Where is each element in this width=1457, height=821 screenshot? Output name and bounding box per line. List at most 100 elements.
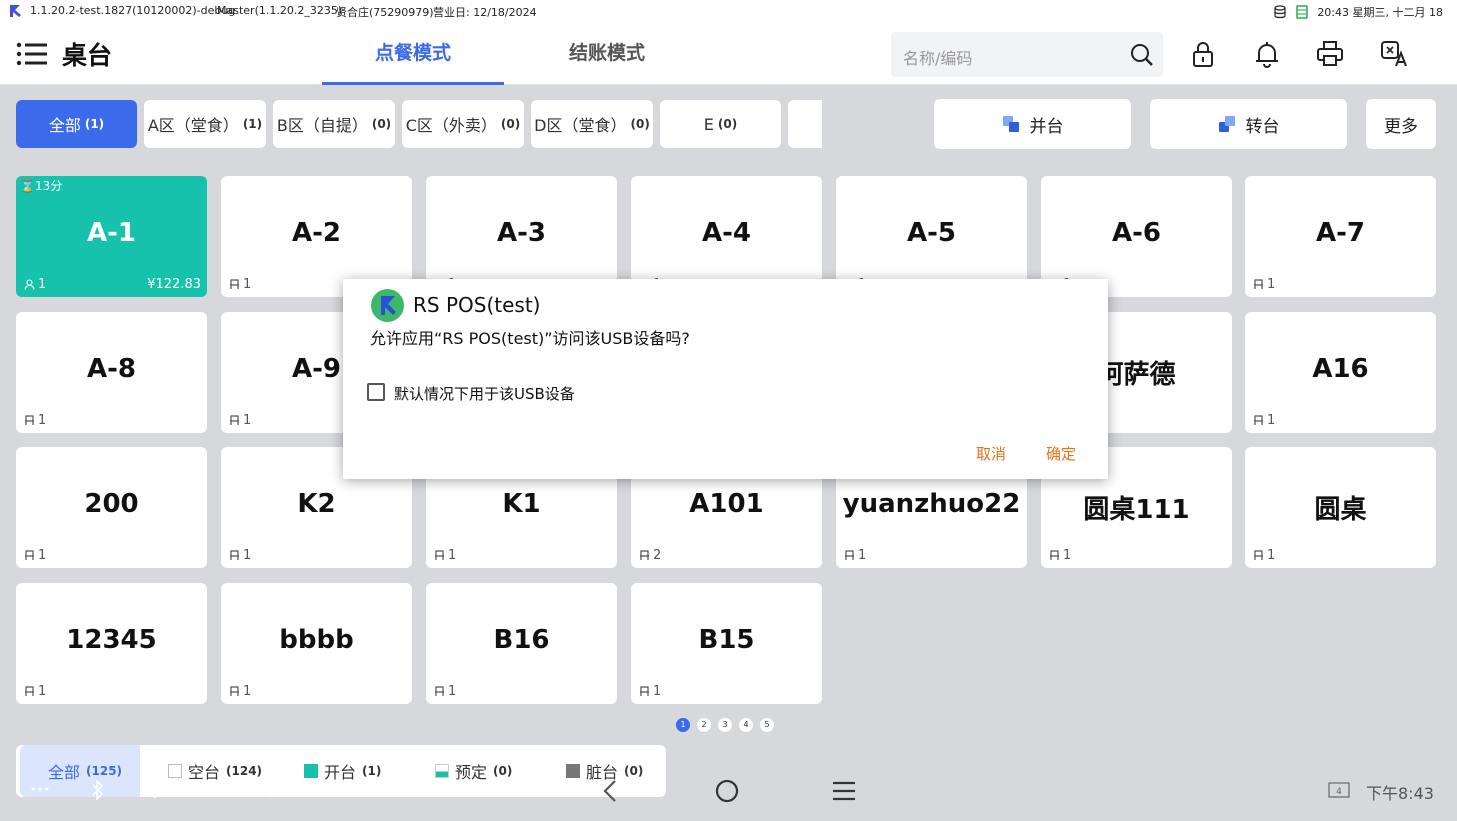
page-dot[interactable]: 2 xyxy=(697,718,711,732)
dialog-title: RS POS(test) xyxy=(413,293,541,317)
more-dots-icon[interactable] xyxy=(30,786,50,792)
default-usb-checkbox[interactable] xyxy=(367,383,385,401)
chair-icon xyxy=(435,550,444,560)
seat-count: 1 xyxy=(1267,413,1276,428)
more-button[interactable]: 更多 xyxy=(1366,99,1436,149)
table-seats: 1 xyxy=(1253,277,1275,292)
table-card[interactable]: B16 1 xyxy=(426,583,617,704)
checkbox-label[interactable]: 默认情况下用于该USB设备 xyxy=(394,383,575,404)
page-title: 桌台 xyxy=(62,41,113,70)
table-seats: 1 xyxy=(1253,413,1275,428)
table-seats: 1 xyxy=(639,684,661,699)
seat-count: 1 xyxy=(38,548,47,563)
page-dot[interactable]: 4 xyxy=(739,718,753,732)
chair-icon xyxy=(230,279,239,289)
chair-icon xyxy=(640,550,649,560)
table-name: 200 xyxy=(84,489,139,519)
area-tab-d[interactable]: D区（堂食） (0) xyxy=(531,100,653,148)
tab-checkout-mode[interactable]: 结账模式 xyxy=(516,22,698,85)
sheet-icon xyxy=(1296,5,1309,19)
seat-count: 1 xyxy=(243,548,252,563)
brightness-icon[interactable] xyxy=(145,779,165,799)
chair-icon xyxy=(230,415,239,425)
tab-order-mode[interactable]: 点餐模式 xyxy=(322,22,504,85)
seat-count: 1 xyxy=(1267,277,1276,292)
table-seats: 1 xyxy=(434,548,456,563)
tasks-icon[interactable]: 4 xyxy=(1328,782,1350,798)
table-name: B15 xyxy=(698,625,755,655)
table-card[interactable]: A-8 1 xyxy=(16,312,207,433)
table-card[interactable]: A-7 1 xyxy=(1245,176,1436,297)
page-dot[interactable]: 5 xyxy=(760,718,774,732)
area-label: A区（堂食） xyxy=(147,116,239,135)
table-seats: 1 xyxy=(24,548,46,563)
table-card[interactable]: 12345 1 xyxy=(16,583,207,704)
table-name: A-4 xyxy=(701,218,751,248)
tasks-count: 4 xyxy=(1336,787,1342,797)
page-dot[interactable]: 1 xyxy=(676,718,690,732)
table-seats: 1 xyxy=(1253,548,1275,563)
cancel-button[interactable]: 取消 xyxy=(976,443,1006,464)
bell-icon[interactable] xyxy=(1252,39,1282,69)
table-seats: 1 xyxy=(24,413,46,428)
home-icon[interactable] xyxy=(714,778,740,804)
table-card[interactable]: ⌛13分 A-1 1 ¥122.83 xyxy=(16,176,207,297)
area-tab-a[interactable]: A区（堂食） (1) xyxy=(144,100,266,148)
search-input[interactable]: 名称/编码 xyxy=(903,45,972,69)
back-icon[interactable] xyxy=(600,779,620,803)
table-name: 12345 xyxy=(66,625,157,655)
wifi-icon[interactable] xyxy=(260,780,282,798)
area-tab-b[interactable]: B区（自提） (0) xyxy=(273,100,395,148)
table-name: A-5 xyxy=(906,218,956,248)
volume-icon[interactable] xyxy=(203,780,223,798)
area-count: (0) xyxy=(717,117,738,131)
transfer-table-button[interactable]: 转台 xyxy=(1150,99,1347,149)
area-label: D区（堂食） xyxy=(534,116,627,135)
table-name: bbbb xyxy=(279,625,354,655)
recents-icon[interactable] xyxy=(831,780,857,802)
seat-count: 1 xyxy=(243,413,252,428)
table-card[interactable]: 200 1 xyxy=(16,447,207,568)
area-tab-c[interactable]: C区（外卖） (0) xyxy=(402,100,524,148)
area-tab-partial[interactable] xyxy=(788,100,822,148)
table-timer: ⌛13分 xyxy=(20,179,63,193)
table-name: 圆桌 xyxy=(1314,495,1367,525)
table-seats: 1 xyxy=(434,684,456,699)
merge-icon xyxy=(1002,116,1019,132)
search-box[interactable]: 名称/编码 xyxy=(891,32,1163,77)
search-icon[interactable] xyxy=(1129,42,1155,68)
printer-icon[interactable] xyxy=(1315,39,1345,69)
table-seats: 1 xyxy=(229,413,251,428)
page-dot[interactable]: 3 xyxy=(718,718,732,732)
bluetooth-icon[interactable] xyxy=(90,780,106,800)
chair-icon xyxy=(1254,550,1263,560)
system-nav-bar: 4 下午8:43 xyxy=(0,770,1457,821)
table-card[interactable]: B15 1 xyxy=(631,583,822,704)
area-label: C区（外卖） xyxy=(405,116,497,135)
table-card[interactable]: 圆桌 1 xyxy=(1245,447,1436,568)
table-name: A-3 xyxy=(496,218,546,248)
area-count: (0) xyxy=(630,117,650,131)
table-seats: 1 xyxy=(1049,548,1071,563)
table-amount: ¥122.83 xyxy=(147,277,201,292)
chair-icon xyxy=(845,550,854,560)
chair-icon xyxy=(230,686,239,696)
rs-pos-logo-icon xyxy=(381,296,396,315)
area-tab-all[interactable]: 全部 (1) xyxy=(16,100,137,148)
area-label: 全部 xyxy=(48,116,81,135)
dialog-message: 允许应用“RS POS(test)”访问该USB设备吗? xyxy=(370,329,690,348)
menu-icon[interactable] xyxy=(16,42,48,66)
seat-count: 1 xyxy=(858,548,867,563)
confirm-button[interactable]: 确定 xyxy=(1046,443,1076,464)
chair-icon xyxy=(25,415,34,425)
translate-icon[interactable] xyxy=(1379,39,1409,69)
merge-table-button[interactable]: 并台 xyxy=(934,99,1131,149)
table-card[interactable]: A16 1 xyxy=(1245,312,1436,433)
merge-label: 并台 xyxy=(1029,116,1064,137)
area-tab-e[interactable]: E (0) xyxy=(660,100,781,148)
pagination: 1 2 3 4 5 xyxy=(676,718,774,732)
chair-icon xyxy=(1050,550,1059,560)
area-label: E xyxy=(703,114,714,134)
lock-icon[interactable] xyxy=(1188,39,1218,69)
table-card[interactable]: bbbb 1 xyxy=(221,583,412,704)
